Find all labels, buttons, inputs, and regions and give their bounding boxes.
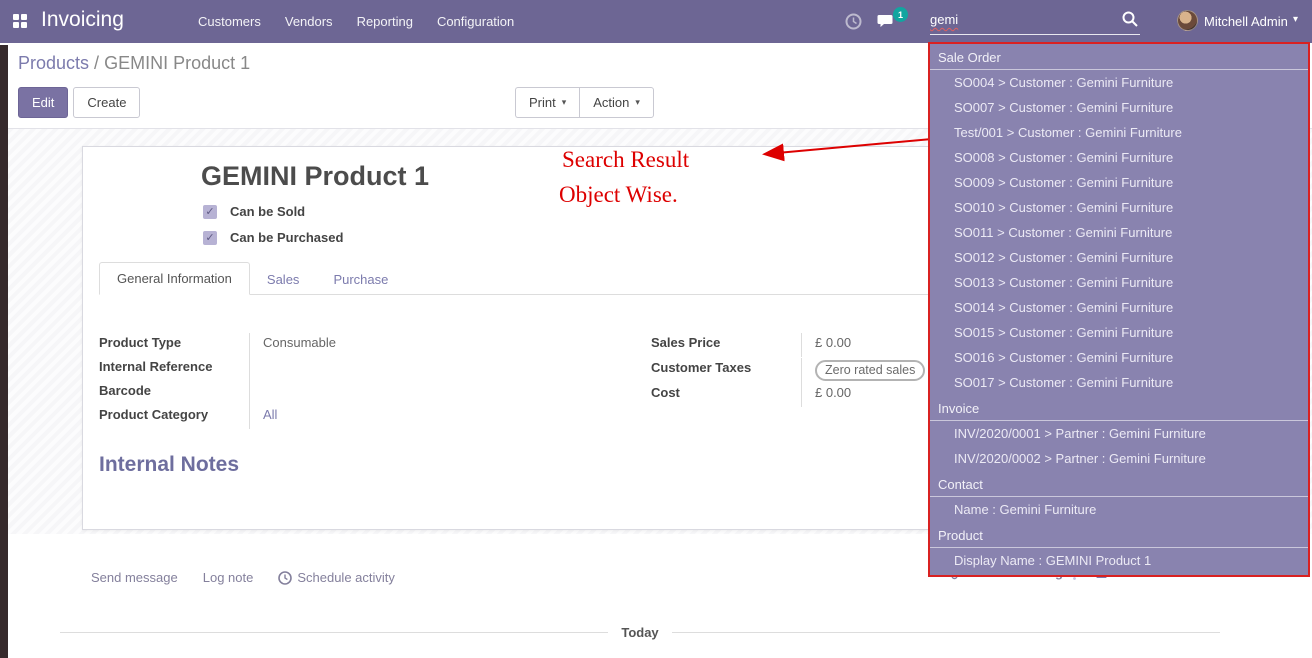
menu-vendors[interactable]: Vendors: [283, 10, 335, 33]
action-dropdown-button[interactable]: Action▾: [579, 87, 654, 118]
window-edge-stripe: [0, 45, 8, 658]
field-label: Cost: [651, 383, 801, 400]
tab-purchase[interactable]: Purchase: [316, 264, 405, 295]
today-divider: Today: [60, 625, 1220, 640]
field-value: [249, 381, 644, 405]
navbar-menu: Customers Vendors Reporting Configuration: [196, 0, 516, 43]
dropdown-item[interactable]: SO010 > Customer : Gemini Furniture: [930, 195, 1308, 220]
dropdown-item[interactable]: SO014 > Customer : Gemini Furniture: [930, 295, 1308, 320]
apps-menu-icon[interactable]: [13, 14, 28, 29]
dropdown-item[interactable]: SO008 > Customer : Gemini Furniture: [930, 145, 1308, 170]
breadcrumb-products-link[interactable]: Products: [18, 53, 89, 73]
dropdown-item[interactable]: SO017 > Customer : Gemini Furniture: [930, 370, 1308, 395]
search-results-dropdown: Sale OrderSO004 > Customer : Gemini Furn…: [928, 42, 1310, 577]
top-navbar: Invoicing Customers Vendors Reporting Confi…: [0, 0, 1312, 43]
app-name[interactable]: Invoicing: [41, 8, 124, 32]
internal-notes-heading: Internal Notes: [99, 453, 239, 477]
breadcrumb: Products / GEMINI Product 1: [18, 53, 250, 74]
create-button[interactable]: Create: [73, 87, 140, 118]
user-menu-caret-icon[interactable]: ▾: [1293, 14, 1298, 25]
dropdown-item[interactable]: SO011 > Customer : Gemini Furniture: [930, 220, 1308, 245]
fields-left-column: Product TypeConsumableInternal Reference…: [99, 333, 644, 429]
search-input[interactable]: gemi: [930, 9, 1140, 35]
clock-icon: [278, 571, 292, 585]
tab-general-information[interactable]: General Information: [99, 262, 250, 295]
menu-configuration[interactable]: Configuration: [435, 10, 516, 33]
dropdown-item[interactable]: SO004 > Customer : Gemini Furniture: [930, 70, 1308, 95]
annotation-text-line2: Object Wise.: [559, 182, 678, 208]
caret-down-icon: ▾: [635, 97, 640, 108]
user-menu[interactable]: Mitchell Admin: [1204, 14, 1288, 29]
field-value[interactable]: All: [249, 405, 644, 429]
field-value: [249, 357, 644, 381]
dropdown-item[interactable]: SO012 > Customer : Gemini Furniture: [930, 245, 1308, 270]
tax-badge: Zero rated sales: [815, 360, 925, 381]
today-label: Today: [608, 625, 671, 640]
dropdown-item[interactable]: Name : Gemini Furniture: [930, 497, 1308, 522]
dropdown-item[interactable]: INV/2020/0002 > Partner : Gemini Furnitu…: [930, 446, 1308, 471]
form-buttons: Edit Create: [18, 87, 140, 118]
edit-button[interactable]: Edit: [18, 87, 68, 118]
dropdown-group-contact: Contact: [930, 471, 1308, 497]
field-label: Internal Reference: [99, 357, 249, 374]
checkbox-can-be-sold[interactable]: ✓: [203, 205, 217, 219]
checkbox-label: Can be Purchased: [230, 230, 343, 245]
dropdown-item[interactable]: Test/001 > Customer : Gemini Furniture: [930, 120, 1308, 145]
annotation-text-line1: Search Result: [562, 147, 689, 173]
checkbox-can-be-purchased[interactable]: ✓: [203, 231, 217, 245]
schedule-activity-button[interactable]: Schedule activity: [278, 570, 395, 585]
dropdown-group-sale-order: Sale Order: [930, 44, 1308, 70]
send-message-button[interactable]: Send message: [91, 570, 178, 585]
dropdown-item[interactable]: SO009 > Customer : Gemini Furniture: [930, 170, 1308, 195]
print-action-group: Print▾ Action▾: [515, 87, 654, 118]
search-icon[interactable]: [1122, 11, 1138, 32]
field-row-product-type: Product TypeConsumable: [99, 333, 644, 357]
product-title: GEMINI Product 1: [201, 161, 429, 192]
caret-down-icon: ▾: [562, 97, 567, 108]
activities-clock-icon[interactable]: [845, 13, 862, 35]
field-label: Barcode: [99, 381, 249, 398]
chatter-links: Send message Log note Schedule activity: [91, 570, 395, 585]
field-label: Product Category: [99, 405, 249, 422]
dropdown-item[interactable]: SO013 > Customer : Gemini Furniture: [930, 270, 1308, 295]
dropdown-item[interactable]: INV/2020/0001 > Partner : Gemini Furnitu…: [930, 421, 1308, 446]
menu-reporting[interactable]: Reporting: [355, 10, 415, 33]
tab-sales[interactable]: Sales: [250, 264, 317, 295]
field-value: Consumable: [249, 333, 644, 357]
print-dropdown-button[interactable]: Print▾: [515, 87, 579, 118]
dropdown-group-invoice: Invoice: [930, 395, 1308, 421]
field-row-internal-reference: Internal Reference: [99, 357, 644, 381]
field-label: Customer Taxes: [651, 358, 801, 375]
field-label: Product Type: [99, 333, 249, 350]
checkbox-row: ✓ Can be Purchased: [203, 230, 343, 245]
dropdown-item[interactable]: SO015 > Customer : Gemini Furniture: [930, 320, 1308, 345]
messages-badge[interactable]: 1: [893, 7, 908, 22]
dropdown-group-product: Product: [930, 522, 1308, 548]
breadcrumb-separator: /: [89, 53, 104, 73]
user-avatar[interactable]: [1177, 10, 1198, 31]
checkbox-row: ✓ Can be Sold: [203, 204, 343, 219]
field-label: Sales Price: [651, 333, 801, 350]
dropdown-item[interactable]: SO007 > Customer : Gemini Furniture: [930, 95, 1308, 120]
log-note-button[interactable]: Log note: [203, 570, 254, 585]
annotation-arrow: [750, 130, 935, 165]
search-query-text: gemi: [930, 9, 1140, 31]
breadcrumb-current: GEMINI Product 1: [104, 53, 250, 73]
dropdown-item[interactable]: Display Name : GEMINI Product 1: [930, 548, 1308, 573]
field-row-product-category: Product CategoryAll: [99, 405, 644, 429]
field-row-barcode: Barcode: [99, 381, 644, 405]
checkbox-block: ✓ Can be Sold ✓ Can be Purchased: [203, 204, 343, 256]
menu-customers[interactable]: Customers: [196, 10, 263, 33]
checkbox-label: Can be Sold: [230, 204, 305, 219]
dropdown-item[interactable]: SO016 > Customer : Gemini Furniture: [930, 345, 1308, 370]
